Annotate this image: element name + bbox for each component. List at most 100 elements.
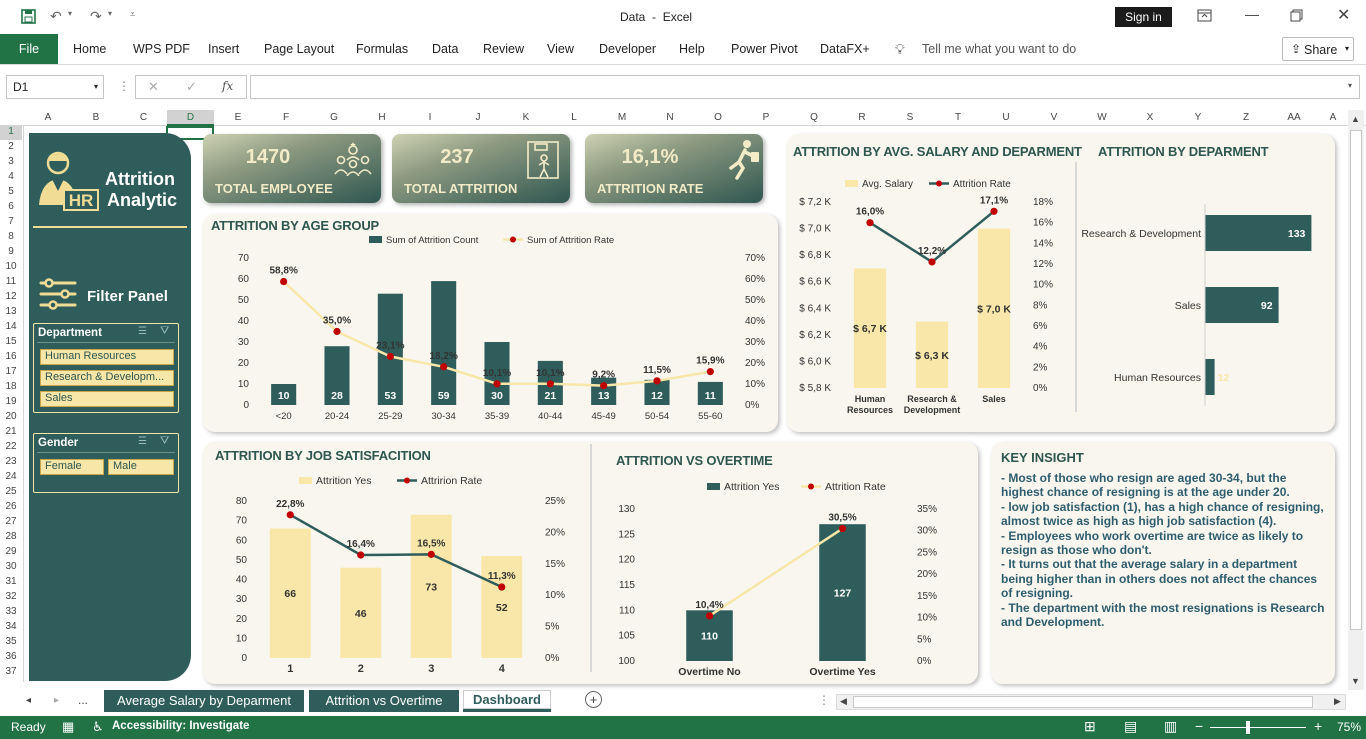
zoom-level[interactable]: 75% xyxy=(1337,720,1361,734)
row-header[interactable]: 19 xyxy=(0,396,22,407)
expand-formula-icon[interactable]: ▾ xyxy=(1348,81,1352,90)
row-header[interactable]: 5 xyxy=(0,186,22,197)
col-header-selected[interactable]: D xyxy=(167,110,214,126)
row-header[interactable]: 30 xyxy=(0,561,22,572)
row-header[interactable]: 15 xyxy=(0,336,22,347)
slicer-item-female[interactable]: Female xyxy=(40,459,104,475)
scroll-up-icon[interactable]: ▲ xyxy=(1351,114,1360,124)
zoom-slider[interactable] xyxy=(1210,727,1306,728)
tab-power-pivot[interactable]: Power Pivot xyxy=(731,34,798,64)
next-sheet-icon[interactable]: ▸ xyxy=(54,695,59,706)
col-header[interactable]: A xyxy=(1318,110,1348,126)
col-header[interactable]: G xyxy=(310,110,358,126)
row-header[interactable]: 29 xyxy=(0,546,22,557)
col-header[interactable]: E xyxy=(214,110,262,126)
tab-review[interactable]: Review xyxy=(483,34,524,64)
row-header[interactable]: 25 xyxy=(0,486,22,497)
row-header[interactable]: 2 xyxy=(0,141,22,152)
prev-sheet-icon[interactable]: ◂ xyxy=(26,695,31,706)
clear-filter-icon[interactable]: ⛛ xyxy=(160,435,169,448)
row-header-selected[interactable]: 1 xyxy=(0,126,22,140)
col-header[interactable]: W xyxy=(1078,110,1126,126)
accessibility-icon[interactable]: ♿︎ xyxy=(92,719,104,735)
tab-insert[interactable]: Insert xyxy=(208,34,239,64)
row-header[interactable]: 18 xyxy=(0,381,22,392)
col-header[interactable]: J xyxy=(454,110,502,126)
zoom-in-icon[interactable]: + xyxy=(1314,718,1322,734)
tab-split-handle-icon[interactable]: ⋮ xyxy=(818,693,830,707)
row-header[interactable]: 35 xyxy=(0,636,22,647)
row-header[interactable]: 37 xyxy=(0,666,22,677)
row-header[interactable]: 26 xyxy=(0,501,22,512)
row-header[interactable]: 3 xyxy=(0,156,22,167)
col-header[interactable]: H xyxy=(358,110,406,126)
row-header[interactable]: 4 xyxy=(0,171,22,182)
col-header[interactable]: Z xyxy=(1222,110,1270,126)
col-header[interactable]: K xyxy=(502,110,550,126)
accessibility-status[interactable]: Accessibility: Investigate xyxy=(112,720,249,732)
col-header[interactable]: M xyxy=(598,110,646,126)
name-box[interactable]: D1 ▾ xyxy=(6,75,104,99)
col-header[interactable]: A xyxy=(24,110,72,126)
row-header[interactable]: 7 xyxy=(0,216,22,227)
row-header[interactable]: 33 xyxy=(0,606,22,617)
col-header[interactable]: Q xyxy=(790,110,838,126)
row-header[interactable]: 13 xyxy=(0,306,22,317)
tab-developer[interactable]: Developer xyxy=(599,34,656,64)
tab-help[interactable]: Help xyxy=(679,34,705,64)
redo-icon[interactable]: ↷ xyxy=(90,8,102,25)
row-header[interactable]: 6 xyxy=(0,201,22,212)
multi-select-icon[interactable]: ☰ xyxy=(138,436,147,447)
row-header[interactable]: 28 xyxy=(0,531,22,542)
insert-function-icon[interactable]: fx xyxy=(222,79,233,93)
row-header[interactable]: 8 xyxy=(0,231,22,242)
slicer-item-male[interactable]: Male xyxy=(108,459,174,475)
restore-icon[interactable] xyxy=(1290,9,1304,23)
scroll-thumb[interactable] xyxy=(1350,130,1362,630)
normal-view-icon[interactable]: ⊞ xyxy=(1084,718,1096,735)
formula-input[interactable] xyxy=(250,75,1360,99)
scroll-down-icon[interactable]: ▼ xyxy=(1351,676,1360,686)
vertical-scrollbar[interactable]: ▲ ▼ xyxy=(1348,110,1364,690)
sign-in-button[interactable]: Sign in xyxy=(1115,7,1172,27)
tab-view[interactable]: View xyxy=(547,34,574,64)
col-header[interactable]: P xyxy=(742,110,790,126)
tab-wps-pdf[interactable]: WPS PDF xyxy=(133,34,190,64)
name-box-dropdown-icon[interactable]: ▾ xyxy=(94,82,98,91)
tab-datafx[interactable]: DataFX+ xyxy=(820,34,870,64)
row-header[interactable]: 17 xyxy=(0,366,22,377)
tab-file[interactable]: File xyxy=(0,34,58,64)
row-header[interactable]: 27 xyxy=(0,516,22,527)
col-header[interactable]: X xyxy=(1126,110,1174,126)
row-header[interactable]: 20 xyxy=(0,411,22,422)
tab-home[interactable]: Home xyxy=(73,34,106,64)
tell-me-search[interactable]: Tell me what you want to do xyxy=(922,34,1076,64)
scroll-left-icon[interactable]: ◀ xyxy=(840,696,847,707)
clear-filter-icon[interactable]: ⛛ xyxy=(160,325,169,338)
col-header[interactable]: T xyxy=(934,110,982,126)
cancel-entry-icon[interactable]: ✕ xyxy=(148,79,159,95)
col-header[interactable]: N xyxy=(646,110,694,126)
macro-record-icon[interactable]: ▦ xyxy=(62,719,74,735)
multi-select-icon[interactable]: ☰ xyxy=(138,326,147,337)
scroll-right-icon[interactable]: ▶ xyxy=(1334,696,1341,707)
minimize-icon[interactable]: — xyxy=(1245,6,1259,22)
col-header[interactable]: B xyxy=(72,110,120,126)
row-header[interactable]: 34 xyxy=(0,621,22,632)
col-header[interactable]: O xyxy=(694,110,742,126)
undo-icon[interactable]: ↶ xyxy=(50,8,62,25)
col-header[interactable]: I xyxy=(406,110,454,126)
row-header[interactable]: 22 xyxy=(0,441,22,452)
col-header[interactable]: AA xyxy=(1270,110,1318,126)
sheet-tab-active[interactable]: Dashboard xyxy=(463,690,551,712)
row-header[interactable]: 36 xyxy=(0,651,22,662)
redo-dropdown-icon[interactable]: ▾ xyxy=(108,9,112,18)
add-sheet-icon[interactable]: + xyxy=(585,691,602,708)
close-icon[interactable]: ✕ xyxy=(1337,5,1350,25)
row-header[interactable]: 32 xyxy=(0,591,22,602)
page-break-view-icon[interactable]: ▥ xyxy=(1164,718,1177,735)
row-header[interactable]: 16 xyxy=(0,351,22,362)
row-header[interactable]: 24 xyxy=(0,471,22,482)
row-header[interactable]: 11 xyxy=(0,276,22,287)
zoom-out-icon[interactable]: − xyxy=(1195,718,1203,734)
